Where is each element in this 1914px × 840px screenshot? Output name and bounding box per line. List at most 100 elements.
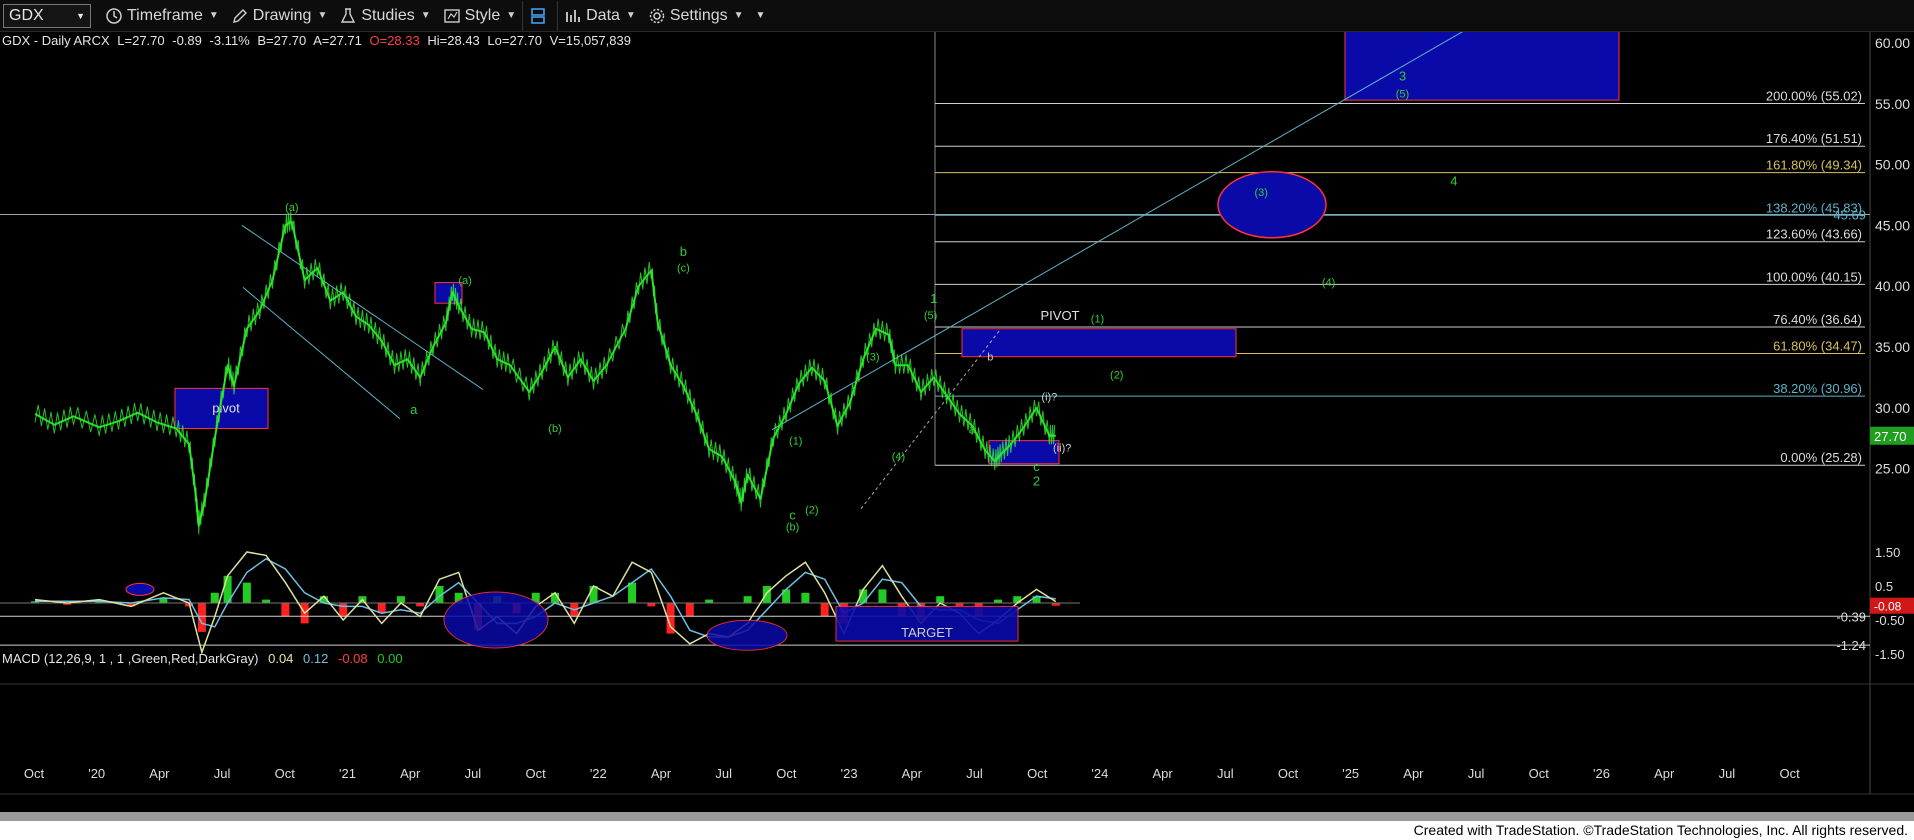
wave-label: (3) — [1254, 187, 1267, 199]
wave-3-target-ellipse — [1217, 170, 1327, 239]
price-tick-label: 50.00 — [1875, 157, 1910, 173]
settings-menu[interactable]: Settings ▼ — [642, 1, 750, 31]
price-tick-label: 25.00 — [1875, 461, 1910, 477]
macd-tick-label: -1.24 — [1836, 638, 1866, 653]
time-tick-label: Oct — [1278, 766, 1299, 781]
time-tick-label: '20 — [88, 766, 105, 781]
wave-label-secondary: (ii)? — [1053, 443, 1071, 455]
time-tick-label: Jul — [1719, 766, 1736, 781]
time-tick-label: '25 — [1342, 766, 1359, 781]
caret-down-icon: ▼ — [733, 10, 744, 21]
wave-label: a — [969, 421, 977, 436]
macd-tick-label: -1.50 — [1875, 647, 1905, 662]
drawing-menu[interactable]: Drawing ▼ — [225, 1, 334, 31]
time-tick-label: Oct — [776, 766, 797, 781]
macd-target-label: TARGET — [901, 625, 953, 640]
caret-down-icon: ▼ — [755, 10, 766, 21]
fib-level-label: 0.00% (25.28) — [1780, 450, 1862, 465]
gear-icon — [649, 8, 665, 23]
wave-label: (c) — [677, 263, 690, 275]
layout-icon — [531, 7, 545, 24]
time-tick-label: Jul — [214, 766, 231, 781]
wave-label: b — [680, 244, 687, 259]
clock-icon — [106, 7, 122, 24]
fib-extra-label: 45.69 — [1833, 207, 1866, 222]
fib-level-label: 161.80% (49.34) — [1766, 158, 1862, 173]
macd-histogram-bar — [262, 599, 271, 603]
macd-histogram-bar — [936, 596, 945, 603]
style-label: Style — [464, 6, 501, 24]
macd-tick-label: -0.39 — [1836, 609, 1866, 624]
more-options[interactable]: ▼ — [750, 1, 772, 31]
macd-value-badge-label: -0.08 — [1874, 600, 1902, 614]
macd-histogram-bar — [1013, 596, 1022, 603]
time-tick-label: '22 — [590, 766, 607, 781]
time-tick-label: Apr — [902, 766, 923, 781]
price-tick-label: 40.00 — [1875, 278, 1910, 294]
time-tick-label: Jul — [1217, 766, 1234, 781]
wave-label: c — [1033, 459, 1040, 474]
pivot-box-upper — [961, 328, 1237, 358]
wave-label: (3) — [866, 351, 879, 363]
time-tick-label: Apr — [400, 766, 421, 781]
wave-label: (a) — [285, 202, 298, 214]
caret-down-icon: ▼ — [208, 10, 219, 21]
macd-histogram-bar — [762, 586, 771, 603]
macd-histogram-bar — [647, 603, 656, 607]
time-tick-label: Oct — [1027, 766, 1048, 781]
fib-level-label: 76.40% (36.64) — [1773, 312, 1862, 327]
macd-histogram-bar — [339, 603, 348, 617]
caret-down-icon: ▼ — [420, 10, 431, 21]
time-tick-label: Apr — [651, 766, 672, 781]
fib-level-label: 38.20% (30.96) — [1773, 381, 1862, 396]
dotted-channel-line — [860, 329, 1001, 510]
time-tick-label: Jul — [715, 766, 732, 781]
price-tick-label: 60.00 — [1875, 35, 1910, 51]
horizontal-scrollbar[interactable] — [0, 812, 1914, 821]
time-tick-label: Apr — [1403, 766, 1424, 781]
price-tick-label: 35.00 — [1875, 339, 1910, 355]
time-tick-label: Oct — [1779, 766, 1800, 781]
wave-label: 4 — [1450, 173, 1457, 188]
time-tick-label: Jul — [966, 766, 983, 781]
fib-level-label: 200.00% (55.02) — [1766, 89, 1862, 104]
layout-button[interactable] — [522, 0, 557, 31]
wave-label: (2) — [1110, 370, 1123, 382]
time-tick-label: Jul — [1468, 766, 1485, 781]
wave-label: (b) — [548, 423, 561, 435]
caret-down-icon: ▼ — [317, 10, 328, 21]
wave-label: c — [789, 508, 796, 523]
target-box — [1344, 32, 1620, 101]
symbol-selector[interactable]: GDX ▼ — [3, 3, 91, 28]
drawing-label: Drawing — [252, 6, 312, 24]
caret-down-icon: ▼ — [506, 10, 517, 21]
style-menu[interactable]: Style ▼ — [437, 1, 522, 31]
fib-level-label: 100.00% (40.15) — [1766, 269, 1862, 284]
time-tick-label: Jul — [465, 766, 482, 781]
timeframe-label: Timeframe — [127, 6, 203, 24]
price-tick-label: 30.00 — [1875, 400, 1910, 416]
chevron-down-icon: ▼ — [76, 10, 85, 21]
style-icon — [443, 8, 460, 23]
time-tick-label: Oct — [275, 766, 296, 781]
studies-menu[interactable]: Studies ▼ — [333, 1, 436, 31]
price-chart[interactable]: 261.80% (64.23)200.00% (55.02)176.40% (5… — [0, 32, 1914, 812]
time-tick-label: Oct — [24, 766, 45, 781]
time-tick-label: Apr — [149, 766, 170, 781]
price-series-line — [34, 220, 1056, 527]
timeframe-menu[interactable]: Timeframe ▼ — [99, 1, 225, 31]
macd-tick-label: 0.5 — [1875, 579, 1893, 594]
symbol-text: GDX — [9, 6, 44, 24]
time-tick-label: Oct — [1529, 766, 1550, 781]
data-menu[interactable]: Data ▼ — [557, 0, 642, 31]
macd-histogram-bar — [820, 603, 829, 617]
time-tick-label: '24 — [1091, 766, 1108, 781]
wave-label: 1 — [930, 291, 937, 306]
settings-label: Settings — [669, 6, 728, 24]
wave-label: a — [410, 402, 418, 417]
wave-label: 2 — [1033, 474, 1040, 489]
wave-label: (2) — [805, 505, 818, 517]
time-tick-label: Apr — [1152, 766, 1173, 781]
wave-label: (1) — [789, 435, 802, 447]
macd-histogram-bar — [955, 603, 964, 607]
